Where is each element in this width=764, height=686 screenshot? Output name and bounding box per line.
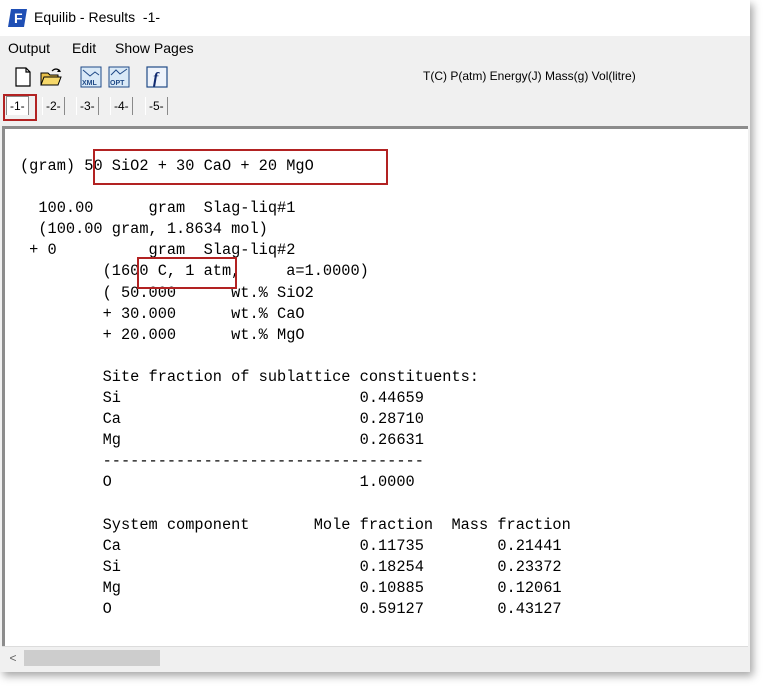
tab-page-3[interactable]: -3- xyxy=(76,97,99,115)
equilib-f-icon: F xyxy=(8,9,27,27)
result-line: + 20.000 wt.% MgO xyxy=(20,325,305,344)
result-line: (100.00 gram, 1.8634 mol) xyxy=(20,220,268,239)
function-icon[interactable]: f xyxy=(146,66,168,88)
open-folder-icon[interactable] xyxy=(40,66,62,88)
menu-bar: Output Edit Show Pages xyxy=(0,38,750,60)
temperature-highlight-box xyxy=(137,257,237,289)
input-prefix: (gram) xyxy=(20,157,85,175)
menu-output[interactable]: Output xyxy=(8,40,50,56)
xml-label: XML xyxy=(82,80,98,87)
result-line: 100.00 gram Slag-liq#1 xyxy=(20,199,296,218)
result-line: System component Mole fraction Mass frac… xyxy=(20,515,571,534)
scroll-left-icon[interactable]: < xyxy=(6,650,20,666)
toolbar: XML OPT f xyxy=(0,62,750,92)
result-line: Mg 0.26631 xyxy=(20,431,424,450)
result-line: Si 0.18254 0.23372 xyxy=(20,557,562,576)
results-text: (gram) 50 SiO2 + 30 CaO + 20 MgO 100.00 … xyxy=(20,156,571,620)
new-document-icon[interactable] xyxy=(12,66,34,88)
equilib-results-window: F Equilib - Results -1- Output Edit Show… xyxy=(0,0,750,672)
options-icon[interactable]: OPT xyxy=(108,66,130,88)
result-line: Site fraction of sublattice constituents… xyxy=(20,367,479,386)
tab-page-4[interactable]: -4- xyxy=(110,97,133,115)
results-text-area[interactable]: (gram) 50 SiO2 + 30 CaO + 20 MgO 100.00 … xyxy=(2,126,748,646)
title-bar[interactable]: F Equilib - Results -1- xyxy=(0,0,750,36)
result-line: O 0.59127 0.43127 xyxy=(20,599,562,618)
result-line: + 30.000 wt.% CaO xyxy=(20,304,305,323)
scroll-thumb[interactable] xyxy=(24,650,160,666)
horizontal-scrollbar[interactable]: < xyxy=(2,646,748,669)
result-line: Si 0.44659 xyxy=(20,389,424,408)
reactants-highlight-box xyxy=(93,149,388,185)
result-line: Ca 0.11735 0.21441 xyxy=(20,536,562,555)
result-line: Ca 0.28710 xyxy=(20,410,424,429)
units-label: T(C) P(atm) Energy(J) Mass(g) Vol(litre) xyxy=(423,69,636,83)
menu-show-pages[interactable]: Show Pages xyxy=(115,40,194,56)
opt-label: OPT xyxy=(110,80,125,87)
result-line: Mg 0.10885 0.12061 xyxy=(20,578,562,597)
result-line: O 1.0000 xyxy=(20,473,415,492)
menu-edit[interactable]: Edit xyxy=(72,40,96,56)
page-tabs: -1- -2- -3- -4- -5- xyxy=(0,94,750,118)
result-line: ----------------------------------- xyxy=(20,452,424,471)
tab-page-5[interactable]: -5- xyxy=(145,97,168,115)
result-lines: 100.00 gram Slag-liq#1 (100.00 gram, 1.8… xyxy=(20,199,571,618)
xml-export-icon[interactable]: XML xyxy=(80,66,102,88)
window-title: Equilib - Results -1- xyxy=(34,9,161,25)
svg-text:F: F xyxy=(14,10,23,26)
tab-highlight-box xyxy=(3,94,37,121)
tab-page-2[interactable]: -2- xyxy=(42,97,65,115)
